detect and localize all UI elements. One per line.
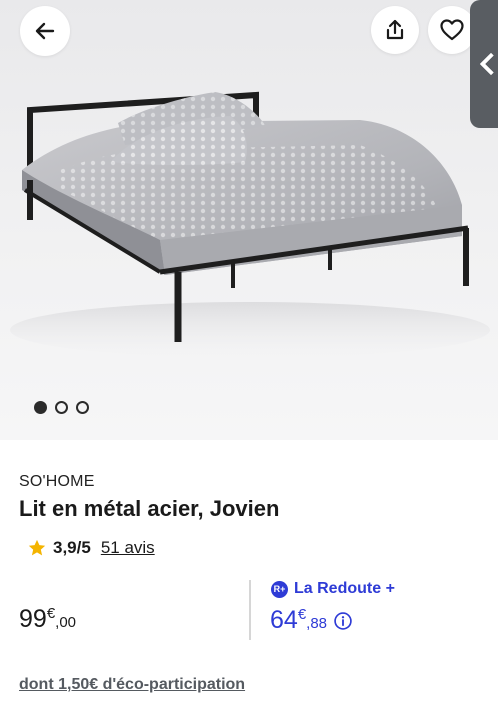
- chevron-left-icon: [479, 52, 498, 76]
- share-button[interactable]: [371, 6, 419, 54]
- side-panel-tab[interactable]: [470, 0, 498, 128]
- rating-value: 3,9/5: [53, 538, 91, 557]
- member-price-label: R+ La Redoute +: [271, 580, 395, 598]
- back-button[interactable]: [20, 6, 70, 56]
- regular-price: 99 € ,00: [19, 605, 76, 634]
- price-main: 64: [270, 606, 298, 634]
- product-rating[interactable]: 3,9/5 51 avis: [27, 538, 155, 558]
- share-icon: [386, 19, 404, 40]
- price-currency: €: [297, 606, 307, 623]
- price-cents: ,00: [55, 614, 77, 631]
- reviews-link[interactable]: 51 avis: [101, 538, 155, 558]
- price-cents: ,88: [306, 615, 328, 632]
- product-brand[interactable]: SO'HOME: [19, 473, 95, 491]
- price-divider: [249, 580, 251, 640]
- product-image-gallery[interactable]: [0, 0, 498, 440]
- redoute-plus-badge: R+: [271, 580, 288, 598]
- eco-participation-link[interactable]: dont 1,50€ d'éco-participation: [19, 676, 245, 694]
- heart-icon: [440, 19, 464, 41]
- product-image: [10, 91, 490, 358]
- member-program-name: La Redoute +: [294, 580, 395, 597]
- favorite-button[interactable]: [428, 6, 476, 54]
- gallery-pagination[interactable]: [34, 401, 89, 414]
- member-price: 64 € ,88: [270, 606, 353, 635]
- price-main: 99: [19, 605, 47, 633]
- price-currency: €: [46, 605, 56, 622]
- arrow-left-icon: [35, 22, 55, 40]
- gallery-dot[interactable]: [34, 401, 47, 414]
- gallery-dot[interactable]: [76, 401, 89, 414]
- info-icon[interactable]: [333, 611, 353, 631]
- gallery-dot[interactable]: [55, 401, 68, 414]
- product-title: Lit en métal acier, Jovien: [19, 496, 280, 521]
- star-icon: [28, 539, 46, 556]
